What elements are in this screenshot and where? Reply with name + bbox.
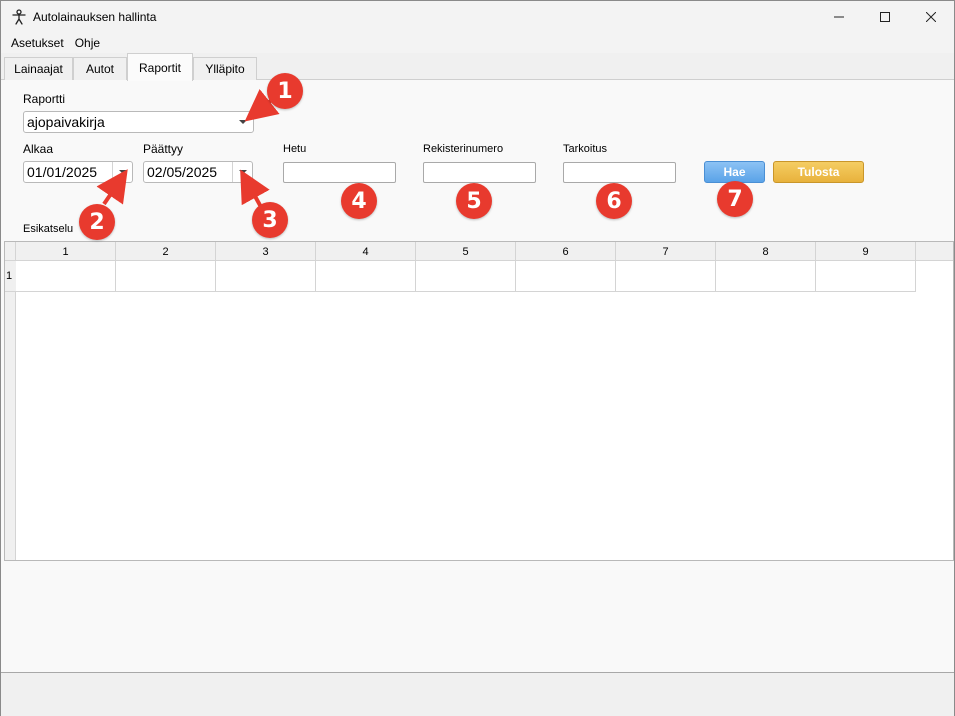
menu-ohje[interactable]: Ohje: [71, 36, 107, 50]
accessibility-person-icon: [11, 9, 27, 25]
tab-raportit[interactable]: Raportit: [127, 53, 193, 81]
tab-lainaajat[interactable]: Lainaajat: [4, 57, 73, 80]
menu-asetukset[interactable]: Asetukset: [1, 36, 71, 50]
annotation-badge-4: 4: [341, 183, 377, 219]
annotation-badge-1: 1: [267, 73, 303, 109]
annotation-badge-3: 3: [252, 202, 288, 238]
preview-grid[interactable]: 1 2 3 4 5 6 7 8 9 1: [4, 241, 954, 561]
annotation-arrow-2: [96, 169, 128, 206]
title-bar: Autolainauksen hallinta: [1, 1, 954, 33]
annotation-badge-2: 2: [79, 204, 115, 240]
tab-strip: Lainaajat Autot Raportit Ylläpito: [1, 53, 954, 81]
maximize-button[interactable]: [862, 1, 908, 33]
tab-autot[interactable]: Autot: [73, 57, 127, 80]
menu-bar: Asetukset Ohje: [1, 33, 954, 53]
annotation-arrow-3: [240, 169, 270, 208]
maximize-icon: [880, 12, 890, 22]
close-button[interactable]: [908, 1, 954, 33]
minimize-icon: [834, 16, 844, 18]
row-headers: 1: [5, 261, 16, 560]
annotation-badge-6: 6: [596, 183, 632, 219]
close-icon: [926, 12, 936, 22]
annotation-badge-7: 7: [717, 181, 753, 217]
window-controls: [816, 1, 954, 33]
reports-panel: Raportti ajopaivakirja Alkaa 01/01/2025 …: [1, 73, 954, 672]
window-title: Autolainauksen hallinta: [33, 10, 157, 24]
annotation-arrows: [96, 89, 280, 208]
tab-yllapito[interactable]: Ylläpito: [193, 57, 257, 80]
annotation-badge-5: 5: [456, 183, 492, 219]
status-bar: [1, 672, 954, 716]
app-window: Autolainauksen hallinta Asetukset Ohje L…: [0, 0, 955, 716]
minimize-button[interactable]: [816, 1, 862, 33]
